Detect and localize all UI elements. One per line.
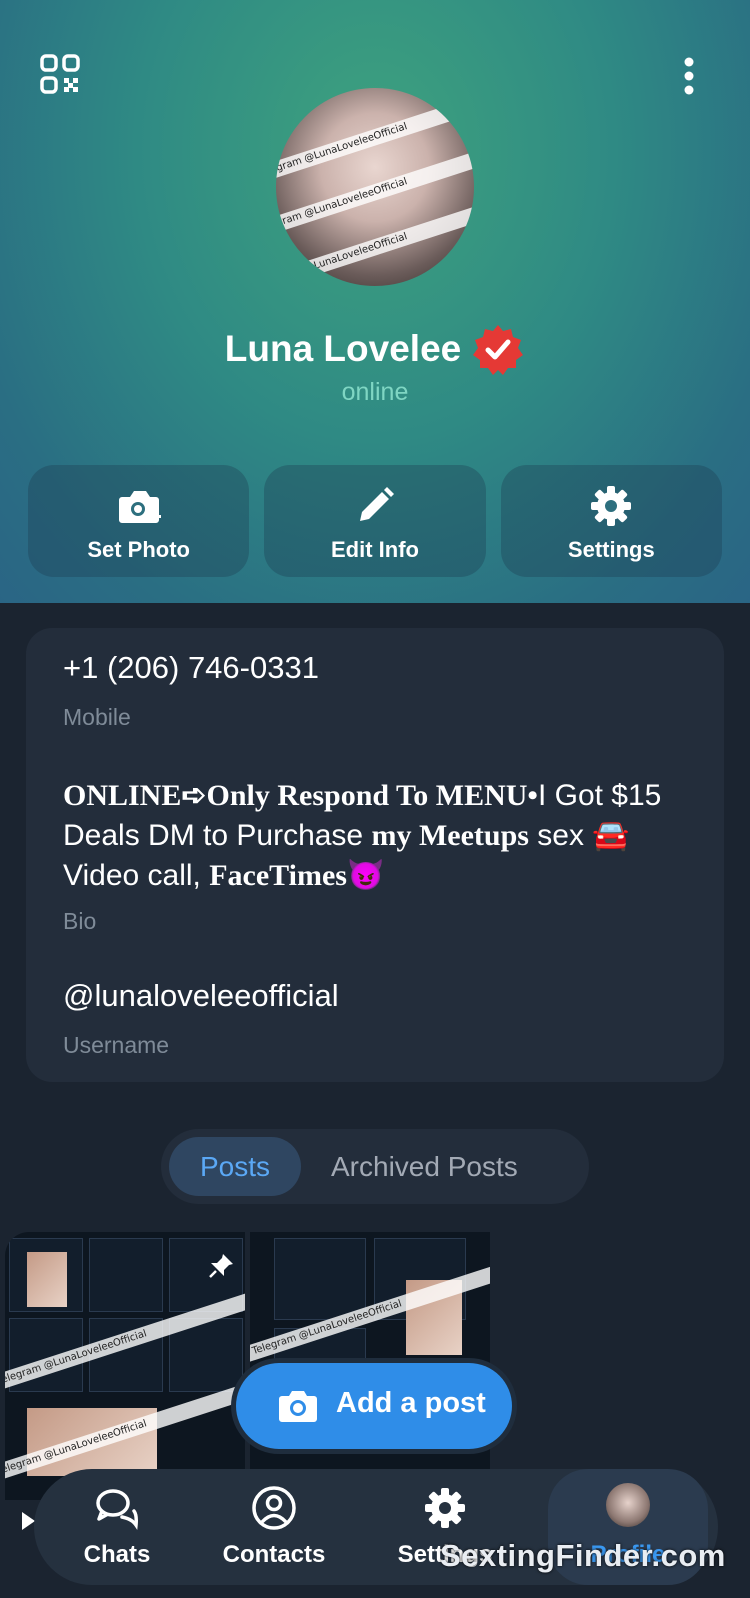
thumbnail-cell xyxy=(274,1238,366,1320)
thumbnail-photo xyxy=(27,1252,67,1307)
verified-badge-icon xyxy=(473,325,524,375)
posts-tabs: Posts Archived Posts xyxy=(161,1129,589,1204)
profile-avatar[interactable]: Telegram @LunaLoveleeOfficial Telegram @… xyxy=(276,88,474,286)
profile-actions: Set Photo Edit Info Settings xyxy=(28,465,722,577)
thumbnail-cell xyxy=(89,1238,163,1312)
set-photo-label: Set Photo xyxy=(87,537,190,562)
nav-chats-label: Chats xyxy=(83,1541,151,1568)
bio-bold-segment: FaceTimes😈 xyxy=(209,859,385,892)
phone-label: Mobile xyxy=(63,704,131,730)
profile-info-card: +1 (206) 746-0331 Mobile ONLINE➪Only Res… xyxy=(26,628,724,1082)
pin-icon xyxy=(209,1254,233,1278)
chats-icon xyxy=(96,1489,138,1531)
nav-contacts-label: Contacts xyxy=(222,1541,326,1568)
qr-code-icon[interactable] xyxy=(40,54,80,94)
profile-header: Telegram @LunaLoveleeOfficial Telegram @… xyxy=(0,0,750,603)
add-post-label: Add a post xyxy=(336,1387,486,1419)
edit-info-button[interactable]: Edit Info xyxy=(264,465,486,577)
set-photo-button[interactable]: Set Photo xyxy=(28,465,250,577)
online-status: online xyxy=(341,378,409,406)
profile-avatar-small xyxy=(606,1483,650,1527)
edit-info-label: Edit Info xyxy=(331,537,419,562)
nav-contacts[interactable]: Contacts xyxy=(199,1469,349,1585)
tab-posts[interactable]: Posts xyxy=(169,1137,301,1196)
gear-icon xyxy=(591,486,632,526)
more-options-icon[interactable] xyxy=(674,56,704,96)
bio-bold-segment: ONLINE➪Only Respond To MENU• xyxy=(63,779,538,812)
gear-icon xyxy=(425,1488,465,1528)
username-label: Username xyxy=(63,1032,170,1058)
bio-text[interactable]: ONLINE➪Only Respond To MENU•I Got $15 De… xyxy=(63,776,703,896)
pencil-icon xyxy=(359,487,394,521)
nav-chats[interactable]: Chats xyxy=(42,1469,192,1585)
settings-label: Settings xyxy=(567,537,655,562)
username[interactable]: @lunaloveleeofficial xyxy=(63,978,339,1014)
profile-name: Luna Lovelee xyxy=(224,328,462,369)
bio-label: Bio xyxy=(63,908,97,934)
post-thumbnail[interactable]: Telegram @LunaLoveleeOfficial Telegram @… xyxy=(5,1232,245,1500)
bio-bold-segment: my Meetups xyxy=(371,819,529,852)
camera-plus-icon xyxy=(118,491,161,523)
contacts-icon xyxy=(252,1486,296,1530)
camera-icon xyxy=(279,1391,317,1422)
name-row: Luna Lovelee xyxy=(0,322,750,376)
add-post-button[interactable]: Add a post xyxy=(236,1363,512,1449)
site-watermark: SextingFinder.com xyxy=(440,1538,726,1573)
settings-button[interactable]: Settings xyxy=(500,465,722,577)
phone-number[interactable]: +1 (206) 746-0331 xyxy=(63,650,319,686)
tab-archived-posts[interactable]: Archived Posts xyxy=(331,1137,518,1196)
